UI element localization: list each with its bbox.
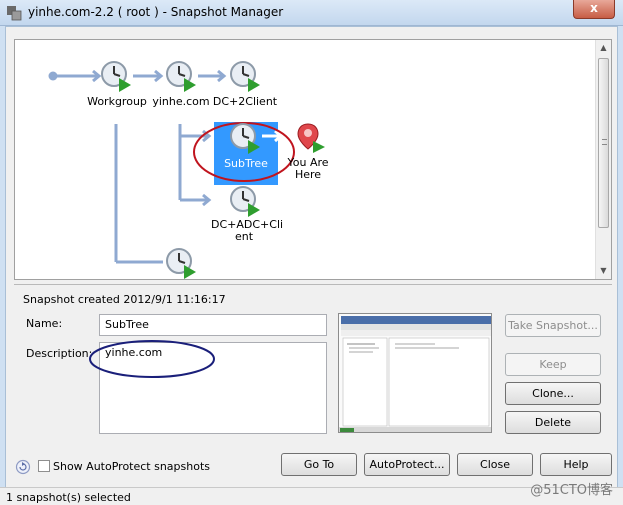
help-button[interactable]: Help [540,453,612,476]
status-text: 1 snapshot(s) selected [6,491,131,504]
you-are-here-line-2: Here [294,168,322,181]
scrollbar-grip [602,139,607,145]
node-label-you-are-here: You Are Here [285,157,331,181]
name-label: Name: [26,317,63,330]
scroll-down-arrow-icon[interactable]: ▼ [596,263,611,279]
take-snapshot-button[interactable]: Take Snapshot... [505,314,601,337]
snapshot-clock-icon[interactable] [165,247,197,279]
node-label-dc-2client[interactable]: DC+2Client [211,95,279,108]
clone-button[interactable]: Clone... [505,382,601,405]
snapshot-clock-icon[interactable] [100,60,132,92]
description-annotation-ellipse [89,340,215,378]
window-title: yinhe.com-2.2 ( root ) - Snapshot Manage… [28,5,284,19]
snapshot-clock-icon[interactable] [229,60,261,92]
thumbnail-preview-image [339,314,491,432]
vmware-app-icon [7,6,22,21]
autoprotect-button[interactable]: AutoProtect... [364,453,450,476]
node-label-yinhe[interactable]: yinhe.com [151,95,211,108]
close-button[interactable]: Close [457,453,533,476]
window-close-button[interactable]: x [573,0,615,19]
snapshot-clock-icon[interactable] [229,185,261,217]
snapshot-clock-icon[interactable] [165,60,197,92]
description-label: Description: [26,347,93,360]
show-autoprotect-checkbox[interactable] [38,460,50,472]
snapshot-tree-panel[interactable]: Workgroup yinhe.com DC+2Client SubTree Y… [14,39,612,280]
show-autoprotect-label[interactable]: Show AutoProtect snapshots [53,460,210,473]
snapshot-screenshot-thumbnail [338,313,492,433]
panel-separator [14,284,612,285]
scrollbar-thumb[interactable] [598,58,609,228]
tree-vertical-scrollbar[interactable]: ▲ ▼ [595,40,611,279]
dc-adc-line-2: ent [234,230,254,243]
delete-button[interactable]: Delete [505,411,601,434]
snapshot-created-text: Snapshot created 2012/9/1 11:16:17 [23,293,226,306]
snapshot-clock-icon[interactable] [229,122,261,154]
watermark-text: @51CTO博客 [530,483,613,498]
node-label-workgroup[interactable]: Workgroup [87,95,147,108]
you-are-here-pin-icon [297,123,325,153]
title-bar: yinhe.com-2.2 ( root ) - Snapshot Manage… [0,0,623,26]
keep-button[interactable]: Keep [505,353,601,376]
snapshot-name-field[interactable]: SubTree [99,314,327,336]
autoprotect-icon [15,459,31,475]
node-label-subtree[interactable]: SubTree [214,157,278,170]
scroll-up-arrow-icon[interactable]: ▲ [596,40,611,56]
go-to-button[interactable]: Go To [281,453,357,476]
node-label-dc-adc-client[interactable]: DC+ADC+Cli ent [211,219,283,243]
